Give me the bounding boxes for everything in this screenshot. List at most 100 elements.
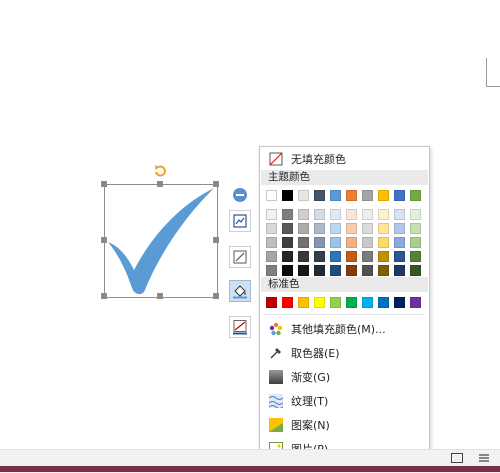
theme-shade-swatch[interactable]: [394, 251, 405, 262]
theme-shade-swatch[interactable]: [266, 237, 277, 248]
theme-shade-swatch[interactable]: [394, 223, 405, 234]
resize-handle-br[interactable]: [213, 293, 219, 299]
theme-shade-swatch[interactable]: [378, 265, 389, 276]
eyedropper-icon: [268, 345, 284, 361]
resize-handle-mr[interactable]: [213, 237, 219, 243]
theme-shade-swatch[interactable]: [266, 251, 277, 262]
texture-item[interactable]: 纹理(T): [260, 390, 429, 412]
theme-shade-swatch[interactable]: [266, 209, 277, 220]
page-corner-mark: [486, 58, 500, 87]
collapse-toolbar-icon[interactable]: [233, 188, 247, 202]
theme-color-swatch[interactable]: [282, 190, 293, 201]
theme-shade-swatch[interactable]: [282, 223, 293, 234]
theme-color-swatch[interactable]: [314, 190, 325, 201]
theme-shade-swatch[interactable]: [282, 265, 293, 276]
theme-shade-swatch[interactable]: [410, 223, 421, 234]
theme-shade-swatch[interactable]: [330, 223, 341, 234]
theme-shade-swatch[interactable]: [330, 265, 341, 276]
resize-handle-tm[interactable]: [157, 181, 163, 187]
theme-shade-swatch[interactable]: [266, 265, 277, 276]
theme-shade-swatch[interactable]: [346, 265, 357, 276]
theme-shade-swatch[interactable]: [346, 209, 357, 220]
theme-color-swatch[interactable]: [362, 190, 373, 201]
theme-shade-swatch[interactable]: [314, 251, 325, 262]
theme-shade-swatch[interactable]: [282, 251, 293, 262]
resize-handle-bl[interactable]: [101, 293, 107, 299]
standard-color-swatch[interactable]: [298, 297, 309, 308]
standard-color-swatch[interactable]: [282, 297, 293, 308]
theme-color-swatch[interactable]: [330, 190, 341, 201]
theme-shade-swatch[interactable]: [282, 237, 293, 248]
resize-handle-ml[interactable]: [101, 237, 107, 243]
theme-shade-swatch[interactable]: [298, 265, 309, 276]
gradient-icon: [268, 369, 284, 385]
more-fill-colors-item[interactable]: 其他填充颜色(M)...: [260, 318, 429, 340]
edit-shape-button[interactable]: [229, 246, 251, 268]
shape-style-button[interactable]: [229, 210, 251, 232]
outline-color-button[interactable]: [229, 316, 251, 338]
theme-shade-swatch[interactable]: [378, 251, 389, 262]
theme-shade-swatch[interactable]: [394, 237, 405, 248]
theme-shade-swatch[interactable]: [330, 251, 341, 262]
rotate-handle-icon[interactable]: [153, 164, 167, 178]
outline-view-icon[interactable]: [478, 453, 490, 463]
theme-shade-swatch[interactable]: [410, 265, 421, 276]
theme-shade-swatch[interactable]: [298, 223, 309, 234]
theme-shade-swatch[interactable]: [362, 209, 373, 220]
theme-shade-swatch[interactable]: [298, 251, 309, 262]
theme-shade-swatch[interactable]: [298, 209, 309, 220]
standard-color-swatch[interactable]: [378, 297, 389, 308]
pattern-item[interactable]: 图案(N): [260, 414, 429, 436]
theme-shade-swatch[interactable]: [282, 209, 293, 220]
theme-shade-swatch[interactable]: [410, 237, 421, 248]
theme-color-swatch[interactable]: [266, 190, 277, 201]
theme-color-swatch[interactable]: [410, 190, 421, 201]
theme-shade-swatch[interactable]: [362, 223, 373, 234]
eyedropper-item[interactable]: 取色器(E): [260, 342, 429, 364]
view-mode-icon[interactable]: [451, 453, 463, 463]
theme-shade-swatch[interactable]: [314, 237, 325, 248]
eyedropper-label: 取色器(E): [291, 347, 340, 360]
theme-color-swatch[interactable]: [394, 190, 405, 201]
gradient-item[interactable]: 渐变(G): [260, 366, 429, 388]
theme-shade-swatch[interactable]: [314, 209, 325, 220]
theme-color-swatch[interactable]: [378, 190, 389, 201]
fill-color-button[interactable]: [229, 280, 251, 302]
resize-handle-bm[interactable]: [157, 293, 163, 299]
theme-shade-swatch[interactable]: [314, 223, 325, 234]
edit-shape-icon: [233, 250, 247, 264]
theme-shade-swatch[interactable]: [346, 251, 357, 262]
theme-color-swatch[interactable]: [298, 190, 309, 201]
theme-color-swatch[interactable]: [346, 190, 357, 201]
theme-shade-swatch[interactable]: [314, 265, 325, 276]
theme-shade-swatch[interactable]: [378, 237, 389, 248]
theme-shade-swatch[interactable]: [362, 237, 373, 248]
standard-color-swatch[interactable]: [394, 297, 405, 308]
standard-color-swatch[interactable]: [330, 297, 341, 308]
theme-shade-swatch[interactable]: [298, 237, 309, 248]
theme-shade-swatch[interactable]: [378, 223, 389, 234]
standard-color-swatch[interactable]: [314, 297, 325, 308]
no-fill-label: 无填充颜色: [291, 153, 346, 166]
theme-shade-swatch[interactable]: [266, 223, 277, 234]
theme-shade-swatch[interactable]: [330, 209, 341, 220]
no-fill-item[interactable]: 无填充颜色: [260, 148, 429, 170]
standard-color-swatch[interactable]: [346, 297, 357, 308]
theme-shade-swatch[interactable]: [378, 209, 389, 220]
texture-icon: [268, 393, 284, 409]
standard-color-swatch[interactable]: [362, 297, 373, 308]
gradient-label: 渐变(G): [291, 371, 331, 384]
theme-shade-swatch[interactable]: [346, 223, 357, 234]
theme-shade-swatch[interactable]: [394, 265, 405, 276]
theme-shade-swatch[interactable]: [346, 237, 357, 248]
theme-shade-swatch[interactable]: [410, 209, 421, 220]
resize-handle-tl[interactable]: [101, 181, 107, 187]
standard-color-swatch[interactable]: [266, 297, 277, 308]
theme-shade-swatch[interactable]: [362, 265, 373, 276]
standard-color-swatch[interactable]: [410, 297, 421, 308]
theme-shade-swatch[interactable]: [410, 251, 421, 262]
theme-shade-swatch[interactable]: [330, 237, 341, 248]
theme-shade-swatch[interactable]: [362, 251, 373, 262]
theme-shade-swatch[interactable]: [394, 209, 405, 220]
resize-handle-tr[interactable]: [213, 181, 219, 187]
